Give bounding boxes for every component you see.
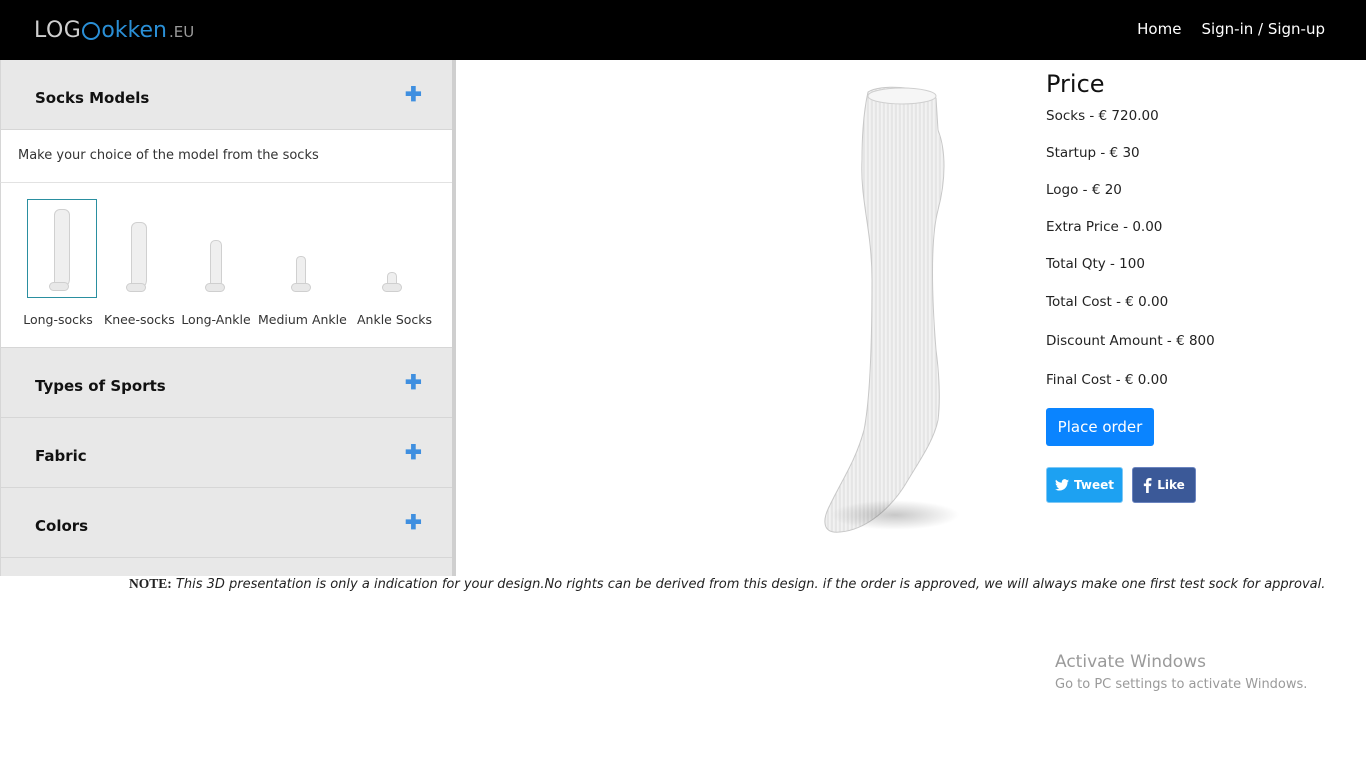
price-panel: Price Socks - € 720.00 Startup - € 30 Lo… <box>1046 70 1346 503</box>
place-order-button[interactable]: Place order <box>1046 408 1154 446</box>
plus-icon[interactable]: ✚ <box>405 85 422 105</box>
accordion-title: Colors <box>35 517 89 535</box>
model-label: Long-socks <box>23 312 93 327</box>
model-long-ankle[interactable]: Long-Ankle <box>181 199 251 327</box>
plus-icon[interactable]: ✚ <box>405 513 422 533</box>
long-ankle-image <box>205 240 225 292</box>
model-thumb[interactable] <box>266 199 336 298</box>
tweet-button[interactable]: Tweet <box>1046 467 1123 503</box>
logo-text-eu: .EU <box>168 23 195 41</box>
price-startup: Startup - € 30 <box>1046 145 1140 161</box>
facebook-icon <box>1144 477 1152 493</box>
model-label: Knee-socks <box>104 312 175 327</box>
plus-icon[interactable]: ✚ <box>405 443 422 463</box>
nav-signin-link[interactable]: Sign-in / Sign-up <box>1201 20 1325 38</box>
activate-windows-watermark: Activate Windows Go to PC settings to ac… <box>1055 652 1307 692</box>
accordion-title: Socks Models <box>35 89 150 107</box>
model-thumb[interactable] <box>357 199 427 298</box>
watermark-subtitle: Go to PC settings to activate Windows. <box>1055 677 1308 692</box>
sock-shadow <box>830 500 960 530</box>
logo-text-log: LOG <box>34 17 82 43</box>
socks-models-list: Long-socks Knee-socks Long-Ankle Medium … <box>0 183 452 348</box>
logo-ring-icon <box>82 22 101 40</box>
nav-home-link[interactable]: Home <box>1137 20 1181 38</box>
sock-3d-preview[interactable] <box>760 80 1030 550</box>
design-note: NOTE: This 3D presentation is only a ind… <box>129 576 1325 592</box>
site-logo[interactable]: LOG okken .EU <box>34 14 194 46</box>
accordion-colors[interactable]: Colors ✚ <box>0 488 452 558</box>
tweet-label: Tweet <box>1074 478 1114 492</box>
price-extra: Extra Price - 0.00 <box>1046 219 1163 235</box>
model-knee-socks[interactable]: Knee-socks <box>104 199 175 327</box>
like-label: Like <box>1157 478 1185 492</box>
main-nav: Home Sign-in / Sign-up <box>1137 20 1325 38</box>
long-socks-image <box>49 209 70 291</box>
plus-icon[interactable]: ✚ <box>405 373 422 393</box>
price-discount: Discount Amount - € 800 <box>1046 333 1215 349</box>
twitter-icon <box>1055 479 1070 491</box>
price-socks: Socks - € 720.00 <box>1046 108 1159 124</box>
facebook-like-button[interactable]: Like <box>1132 467 1196 503</box>
watermark-title: Activate Windows <box>1055 652 1206 672</box>
knee-socks-image <box>126 222 147 292</box>
price-title: Price <box>1046 70 1105 98</box>
model-thumb[interactable] <box>181 199 251 298</box>
model-label: Ankle Socks <box>357 312 433 327</box>
model-thumb[interactable] <box>27 199 97 298</box>
model-label: Medium Ankle <box>258 312 347 327</box>
model-thumb[interactable] <box>104 199 174 298</box>
note-label: NOTE: <box>129 576 172 591</box>
customizer-sidebar: Socks Models ✚ Make your choice of the m… <box>0 60 456 576</box>
accordion-title: Types of Sports <box>35 377 166 395</box>
accordion-types-of-sports[interactable]: Types of Sports ✚ <box>0 348 452 418</box>
ankle-socks-image <box>382 272 402 292</box>
sidebar-scrollbar[interactable] <box>452 60 456 402</box>
accordion-socks-models[interactable]: Socks Models ✚ <box>0 60 452 130</box>
accordion-next-section[interactable] <box>0 558 452 576</box>
model-ankle-socks[interactable]: Ankle Socks <box>357 199 432 327</box>
long-sock-3d-icon <box>824 86 945 533</box>
note-text: This 3D presentation is only a indicatio… <box>171 577 1326 592</box>
logo-text-okken: okken <box>101 17 167 43</box>
accordion-title: Fabric <box>35 447 87 465</box>
price-final-cost: Final Cost - € 0.00 <box>1046 372 1168 388</box>
model-label: Long-Ankle <box>181 312 251 327</box>
price-total-cost: Total Cost - € 0.00 <box>1046 294 1169 310</box>
model-medium-ankle[interactable]: Medium Ankle <box>258 199 347 327</box>
price-logo: Logo - € 20 <box>1046 182 1122 198</box>
models-description: Make your choice of the model from the s… <box>0 130 452 183</box>
medium-ankle-image <box>291 256 311 292</box>
top-navbar: LOG okken .EU Home Sign-in / Sign-up <box>0 0 1366 60</box>
models-description-text: Make your choice of the model from the s… <box>18 148 319 163</box>
model-long-socks[interactable]: Long-socks <box>23 199 97 327</box>
accordion-fabric[interactable]: Fabric ✚ <box>0 418 452 488</box>
price-total-qty: Total Qty - 100 <box>1046 256 1145 272</box>
